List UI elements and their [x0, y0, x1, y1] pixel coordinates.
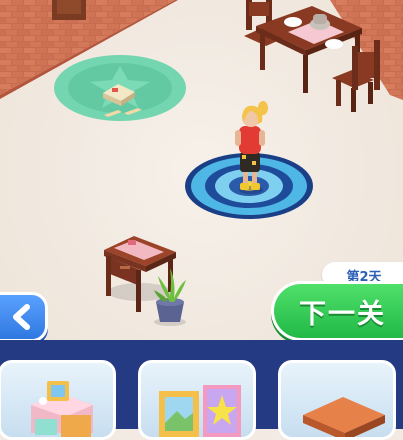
furniture-card-vanity-desk[interactable] [0, 360, 116, 440]
furniture-card-picture-frames[interactable] [138, 360, 256, 440]
next-level-button[interactable]: 下一关 [271, 281, 403, 341]
vanity-desk-icon [31, 381, 93, 437]
next-level-label: 下一关 [299, 298, 386, 330]
furniture-card-wooden-table[interactable] [278, 360, 396, 440]
back-button[interactable] [0, 292, 48, 342]
wooden-table-icon [303, 397, 385, 437]
picture-frames-icon [159, 385, 241, 437]
chevron-left-icon [13, 304, 30, 330]
green-rug [54, 55, 186, 121]
